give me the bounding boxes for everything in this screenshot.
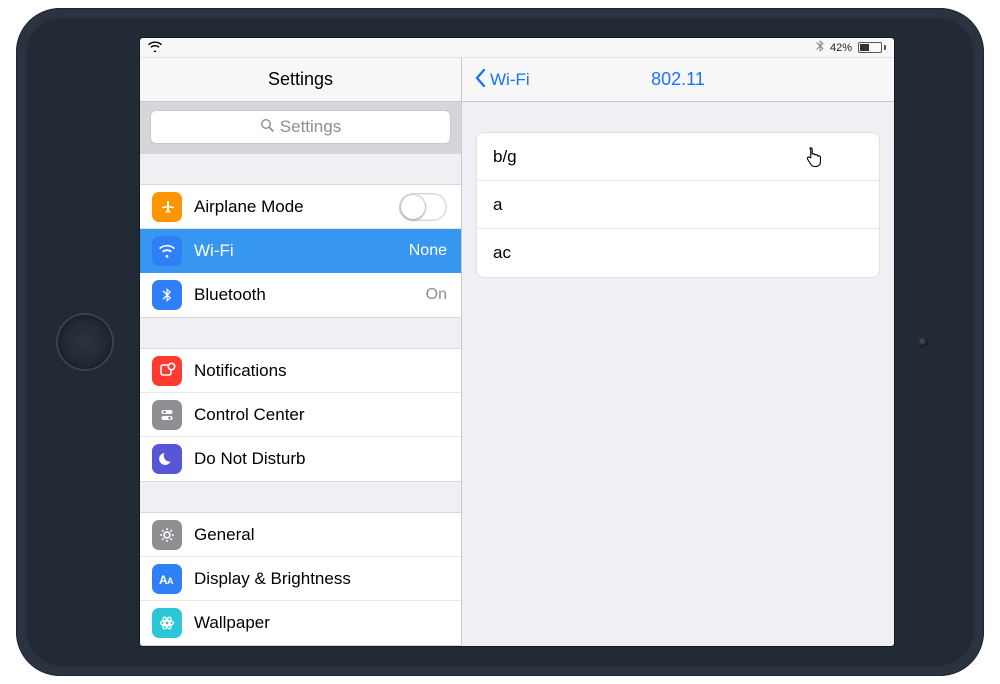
status-right: 42% — [816, 40, 886, 55]
wifi-status-icon — [148, 41, 162, 55]
sidebar-title-label: Settings — [268, 69, 333, 90]
detail-title: 802.11 — [651, 69, 705, 90]
section-gap — [140, 482, 461, 512]
sidebar-item-label: General — [194, 525, 447, 545]
battery-percent: 42% — [830, 42, 852, 54]
option-bg[interactable]: b/g — [477, 133, 879, 181]
text-size-icon: AA — [152, 564, 182, 594]
notifications-icon — [152, 356, 182, 386]
sidebar-item-detail: None — [409, 242, 447, 260]
control-center-icon — [152, 400, 182, 430]
sidebar-item-label: Bluetooth — [194, 285, 416, 305]
status-bar: 42% — [140, 38, 894, 58]
sidebar-item-control-center[interactable]: Control Center — [140, 393, 461, 437]
sidebar-item-bluetooth[interactable]: Bluetooth On — [140, 273, 461, 317]
airplane-toggle[interactable] — [399, 193, 447, 221]
option-label: b/g — [493, 147, 517, 167]
bluetooth-status-icon — [816, 40, 824, 55]
section-gap — [140, 154, 461, 184]
sidebar-item-label: Display & Brightness — [194, 569, 447, 589]
sidebar-item-wallpaper[interactable]: Wallpaper — [140, 601, 461, 645]
sidebar-item-general[interactable]: General — [140, 513, 461, 557]
section-gap — [140, 318, 461, 348]
camera — [918, 337, 928, 347]
sidebar-item-label: Control Center — [194, 405, 447, 425]
home-button[interactable] — [56, 313, 114, 371]
search-placeholder: Settings — [280, 117, 341, 137]
chevron-left-icon — [474, 68, 486, 92]
settings-group-notifications: Notifications Control Center — [140, 348, 461, 482]
option-group-80211: b/g a ac — [476, 132, 880, 278]
search-input[interactable]: Settings — [150, 110, 451, 144]
sidebar-item-label: Wi-Fi — [194, 241, 399, 261]
sidebar-title: Settings — [140, 58, 461, 102]
settings-group-connectivity: Airplane Mode Wi-Fi None — [140, 184, 461, 318]
settings-group-general: General AA Display & Brightness — [140, 512, 461, 646]
option-label: ac — [493, 243, 511, 263]
option-a[interactable]: a — [477, 181, 879, 229]
sidebar-item-label: Notifications — [194, 361, 447, 381]
stage: 42% Settings — [0, 0, 1000, 684]
wifi-icon — [152, 236, 182, 266]
sidebar-item-wifi[interactable]: Wi-Fi None — [140, 229, 461, 273]
search-icon — [260, 117, 274, 137]
screen: 42% Settings — [140, 38, 894, 646]
device-frame: 42% Settings — [16, 8, 984, 676]
sidebar-item-display-brightness[interactable]: AA Display & Brightness — [140, 557, 461, 601]
detail-pane: Wi-Fi 802.11 b/g a — [462, 58, 894, 646]
settings-sidebar: Settings Settings — [140, 58, 462, 646]
battery-icon — [858, 42, 886, 53]
wallpaper-icon — [152, 608, 182, 638]
svg-text:A: A — [167, 576, 174, 586]
status-left — [148, 41, 162, 55]
bluetooth-icon — [152, 280, 182, 310]
search-container: Settings — [140, 102, 461, 154]
sidebar-item-notifications[interactable]: Notifications — [140, 349, 461, 393]
detail-body: b/g a ac — [462, 102, 894, 278]
sidebar-item-label: Wallpaper — [194, 613, 447, 633]
sidebar-item-label: Do Not Disturb — [194, 449, 447, 469]
back-button[interactable]: Wi-Fi — [474, 68, 530, 92]
detail-header: Wi-Fi 802.11 — [462, 58, 894, 102]
airplane-icon — [152, 192, 182, 222]
split-view: Settings Settings — [140, 58, 894, 646]
option-ac[interactable]: ac — [477, 229, 879, 277]
sidebar-item-detail: On — [426, 286, 447, 304]
moon-icon — [152, 444, 182, 474]
sidebar-item-airplane-mode[interactable]: Airplane Mode — [140, 185, 461, 229]
back-button-label: Wi-Fi — [490, 70, 530, 90]
sidebar-item-do-not-disturb[interactable]: Do Not Disturb — [140, 437, 461, 481]
gear-icon — [152, 520, 182, 550]
sidebar-item-label: Airplane Mode — [194, 197, 399, 217]
option-label: a — [493, 195, 502, 215]
